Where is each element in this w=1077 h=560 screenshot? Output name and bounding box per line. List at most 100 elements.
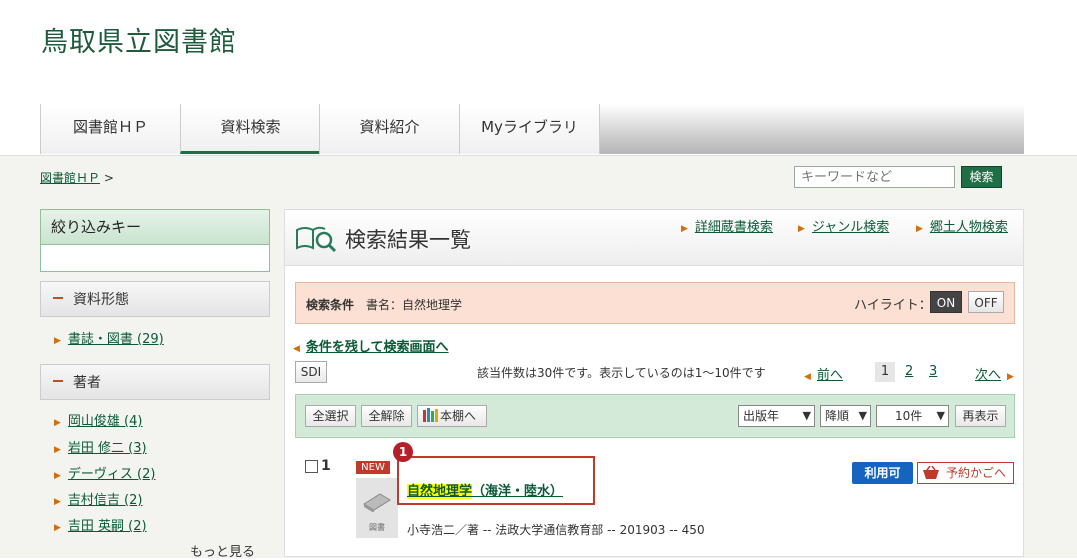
sdi-button[interactable]: SDI	[295, 361, 327, 383]
annotation-marker: 1	[393, 442, 413, 462]
book-thumbnail[interactable]: 図書	[356, 478, 398, 538]
status-badge: 利用可	[852, 462, 913, 484]
sort-field-select[interactable]: 出版年 ▼	[738, 405, 815, 427]
result-title-link[interactable]: 自然地理学（海洋・陸水）	[407, 480, 563, 499]
tab-library-hp[interactable]: 図書館ＨＰ	[40, 104, 180, 154]
link-label[interactable]: 条件を残して検索画面へ	[306, 340, 449, 355]
result-checkbox[interactable]	[305, 460, 318, 473]
pager-next[interactable]: 次へ ▶	[975, 364, 1014, 383]
result-meta: 小寺浩二／著 -- 法政大学通信教育部 -- 201903 -- 450	[407, 523, 705, 537]
result-number: 1	[321, 458, 331, 474]
results-toolbar: 全選択 全解除 本棚へ 出版年 ▼ 降順 ▼ 10件 ▼ 再表示	[295, 394, 1015, 438]
triangle-icon: ▶	[54, 418, 61, 428]
triangle-left-icon: ◀	[293, 344, 300, 354]
sort-order-select[interactable]: 降順 ▼	[820, 405, 871, 427]
triangle-icon: ▶	[54, 471, 61, 481]
page-title: 検索結果一覧	[345, 228, 471, 252]
collapse-icon	[53, 297, 63, 299]
triangle-icon: ▶	[916, 224, 923, 234]
search-button[interactable]: 検索	[961, 166, 1002, 188]
back-to-search-link[interactable]: ◀ 条件を残して検索画面へ	[293, 336, 449, 355]
triangle-icon: ▶	[54, 336, 61, 346]
add-to-shelf-button[interactable]: 本棚へ	[417, 405, 487, 427]
link-label[interactable]: 詳細蔵書検索	[695, 220, 773, 235]
filter-link[interactable]: 岡山俊雄 (4)	[68, 414, 143, 429]
chevron-down-icon: ▼	[858, 409, 867, 422]
filter-title-body	[40, 245, 270, 272]
filter-title: 絞り込みキー	[40, 209, 270, 245]
results-panel: 検索結果一覧 ▶ 詳細蔵書検索 ▶ ジャンル検索 ▶ 郷土人物検索 検索条件 書名：自…	[284, 209, 1024, 557]
advanced-search-link[interactable]: ▶ 詳細蔵書検索	[681, 216, 773, 235]
filter-item[interactable]: ▶ 吉村信吉 (2)	[54, 489, 142, 508]
filter-link[interactable]: 吉村信吉 (2)	[68, 493, 143, 508]
site-title[interactable]: 鳥取県立図書館	[41, 20, 237, 59]
triangle-icon: ▶	[54, 497, 61, 507]
per-page-select[interactable]: 10件 ▼	[876, 405, 949, 427]
triangle-icon: ▶	[798, 224, 805, 234]
select-value: 降順	[825, 409, 850, 423]
results-title-bar: 検索結果一覧 ▶ 詳細蔵書検索 ▶ ジャンル検索 ▶ 郷土人物検索	[285, 210, 1023, 266]
chevron-down-icon: ▼	[936, 409, 945, 422]
title-highlight[interactable]: 自然地理学	[407, 484, 473, 499]
filter-item[interactable]: ▶ 岡山俊雄 (4)	[54, 410, 142, 429]
material-type-label: 図書	[369, 523, 385, 532]
pager-page-3[interactable]: 3	[929, 364, 937, 379]
collapse-icon	[53, 380, 63, 382]
breadcrumb: 図書館ＨＰ >	[40, 169, 114, 186]
pager-page-2[interactable]: 2	[905, 364, 913, 379]
bookshelf-icon	[423, 408, 438, 422]
more-link[interactable]: もっと見る	[190, 541, 255, 560]
breadcrumb-separator: >	[103, 171, 114, 185]
search-input[interactable]	[794, 166, 955, 188]
filter-link[interactable]: 書誌・図書 (29)	[68, 332, 164, 347]
pager-page-current: 1	[875, 362, 895, 382]
highlight-label: ハイライト：	[854, 298, 932, 313]
result-count: 該当件数は30件です。表示しているのは1～10件です	[477, 366, 766, 380]
section-material-type[interactable]: 資料形態	[40, 281, 270, 317]
link-label[interactable]: 郷土人物検索	[930, 220, 1008, 235]
main-nav: 図書館ＨＰ 資料検索 資料紹介 Myライブラリ	[40, 104, 1024, 154]
link-label[interactable]: 前へ	[817, 368, 843, 383]
filter-link[interactable]: 岩田 修二 (3)	[68, 441, 147, 456]
filter-item[interactable]: ▶ デーヴィス (2)	[54, 463, 155, 482]
chevron-down-icon: ▼	[802, 409, 811, 422]
section-title: 資料形態	[73, 292, 129, 308]
basket-icon	[923, 466, 939, 479]
genre-search-link[interactable]: ▶ ジャンル検索	[798, 216, 889, 235]
select-value: 10件	[895, 409, 923, 423]
filter-item[interactable]: ▶ 吉田 英嗣 (2)	[54, 515, 147, 534]
local-person-search-link[interactable]: ▶ 郷土人物検索	[916, 216, 1008, 235]
tab-my-library[interactable]: Myライブラリ	[459, 104, 600, 154]
triangle-icon: ▶	[54, 445, 61, 455]
filter-item[interactable]: ▶ 岩田 修二 (3)	[54, 437, 147, 456]
title-rest[interactable]: （海洋・陸水）	[472, 484, 563, 499]
select-all-button[interactable]: 全選択	[305, 405, 356, 427]
book-icon	[363, 493, 391, 512]
breadcrumb-home-link[interactable]: 図書館ＨＰ	[40, 171, 100, 185]
link-label[interactable]: ジャンル検索	[812, 220, 889, 235]
triangle-icon: ▶	[54, 523, 61, 533]
header: 鳥取県立図書館 図書館ＨＰ 資料検索 資料紹介 Myライブラリ	[0, 0, 1077, 155]
filter-link[interactable]: 吉田 英嗣 (2)	[68, 519, 147, 534]
shelf-label: 本棚へ	[440, 409, 477, 423]
section-author[interactable]: 著者	[40, 364, 270, 400]
condition-text: 書名：自然地理学	[366, 298, 463, 312]
reserve-cart-button[interactable]: 予約かごへ	[917, 462, 1014, 484]
pager-prev[interactable]: ◀ 前へ	[804, 364, 843, 383]
clear-all-button[interactable]: 全解除	[361, 405, 412, 427]
tab-introduction[interactable]: 資料紹介	[319, 104, 459, 154]
highlight-off-button[interactable]: OFF	[968, 291, 1004, 313]
condition-label: 検索条件	[306, 298, 355, 312]
redisplay-button[interactable]: 再表示	[955, 405, 1006, 427]
search-condition-box: 検索条件 書名：自然地理学 ハイライト： ON OFF	[295, 282, 1015, 324]
filter-item[interactable]: ▶ 書誌・図書 (29)	[54, 328, 164, 347]
select-value: 出版年	[743, 409, 780, 423]
book-search-icon	[296, 226, 337, 252]
triangle-icon: ▶	[681, 224, 688, 234]
tab-search[interactable]: 資料検索	[180, 104, 320, 154]
triangle-left-icon: ◀	[804, 372, 811, 382]
highlight-on-button[interactable]: ON	[930, 291, 962, 313]
filter-link[interactable]: デーヴィス (2)	[68, 467, 156, 482]
new-badge: NEW	[356, 461, 390, 474]
link-label[interactable]: 次へ	[975, 368, 1001, 383]
